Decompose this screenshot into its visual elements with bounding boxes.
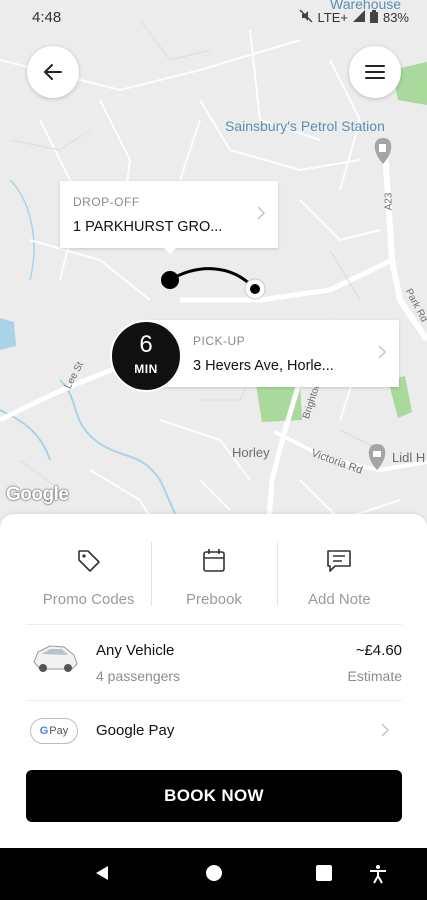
battery-level: 83% [382,10,409,25]
mute-icon [298,9,313,26]
google-pay-icon: G Pay [30,718,78,744]
promo-codes-button[interactable]: Promo Codes [26,538,151,608]
menu-button[interactable] [349,46,401,98]
nav-back-icon[interactable] [93,864,111,882]
map-label-a23: A23 [383,192,395,211]
quick-actions: Promo Codes Prebook Add Note [26,538,402,608]
book-now-button[interactable]: BOOK NOW [26,770,402,822]
status-bar: 4:48 LTE+ 83% [0,0,427,36]
vehicle-name: Any Vehicle [96,642,175,659]
fare-estimate-label: Estimate [347,668,402,684]
divider [26,700,402,701]
divider [26,624,402,625]
add-note-label: Add Note [308,591,371,608]
vehicle-option[interactable]: Any Vehicle 4 passengers ~£4.60 Estimate [26,634,402,696]
eta-badge: 6 MIN [110,320,182,392]
message-icon [327,549,352,572]
payment-method-name: Google Pay [96,722,175,739]
chevron-right-icon [381,723,390,737]
accessibility-icon[interactable] [368,864,388,884]
map-label-lidl: Lidl H [392,450,426,465]
car-icon [33,645,78,672]
eta-value: 6 [139,331,153,358]
pickup-address: 3 Hevers Ave, Horle... [193,358,334,374]
hamburger-menu-icon [365,65,385,79]
add-note-button[interactable]: Add Note [276,538,402,608]
dropoff-address: 1 PARKHURST GRO... [73,219,223,235]
nav-home-icon[interactable] [205,864,223,882]
status-icons: LTE+ 83% [298,9,409,26]
prebook-label: Prebook [186,591,242,608]
dropoff-callout-pointer [163,247,177,254]
prebook-button[interactable]: Prebook [151,538,276,608]
chevron-right-icon [378,345,387,359]
system-navigation-bar [0,848,427,900]
calendar-icon [203,548,225,572]
network-type: LTE+ [317,10,348,25]
promo-codes-label: Promo Codes [42,591,135,608]
map-label-horley: Horley [232,445,270,460]
arrow-left-icon [44,64,62,80]
vehicle-capacity: 4 passengers [96,668,181,684]
signal-icon [352,10,365,25]
booking-sheet: Promo Codes Prebook Add Note Any Vehicle… [0,514,427,848]
pickup-callout[interactable]: PICK-UP 3 Hevers Ave, Horle... [150,320,399,387]
nav-recents-icon[interactable] [315,864,333,882]
dropoff-label: DROP-OFF [73,195,140,209]
google-attribution: Google [6,484,69,505]
map-label-petrol-station: Sainsbury's Petrol Station [225,118,385,134]
chevron-right-icon [257,206,266,220]
payment-method[interactable]: G Pay Google Pay [26,712,402,752]
status-time: 4:48 [32,9,62,26]
tag-icon [77,549,100,572]
pickup-label: PICK-UP [193,334,246,348]
eta-unit: MIN [134,362,158,376]
battery-icon [369,9,378,26]
fare-estimate: ~£4.60 [355,642,402,659]
dropoff-callout[interactable]: DROP-OFF 1 PARKHURST GRO... [60,181,278,248]
back-button[interactable] [27,46,79,98]
